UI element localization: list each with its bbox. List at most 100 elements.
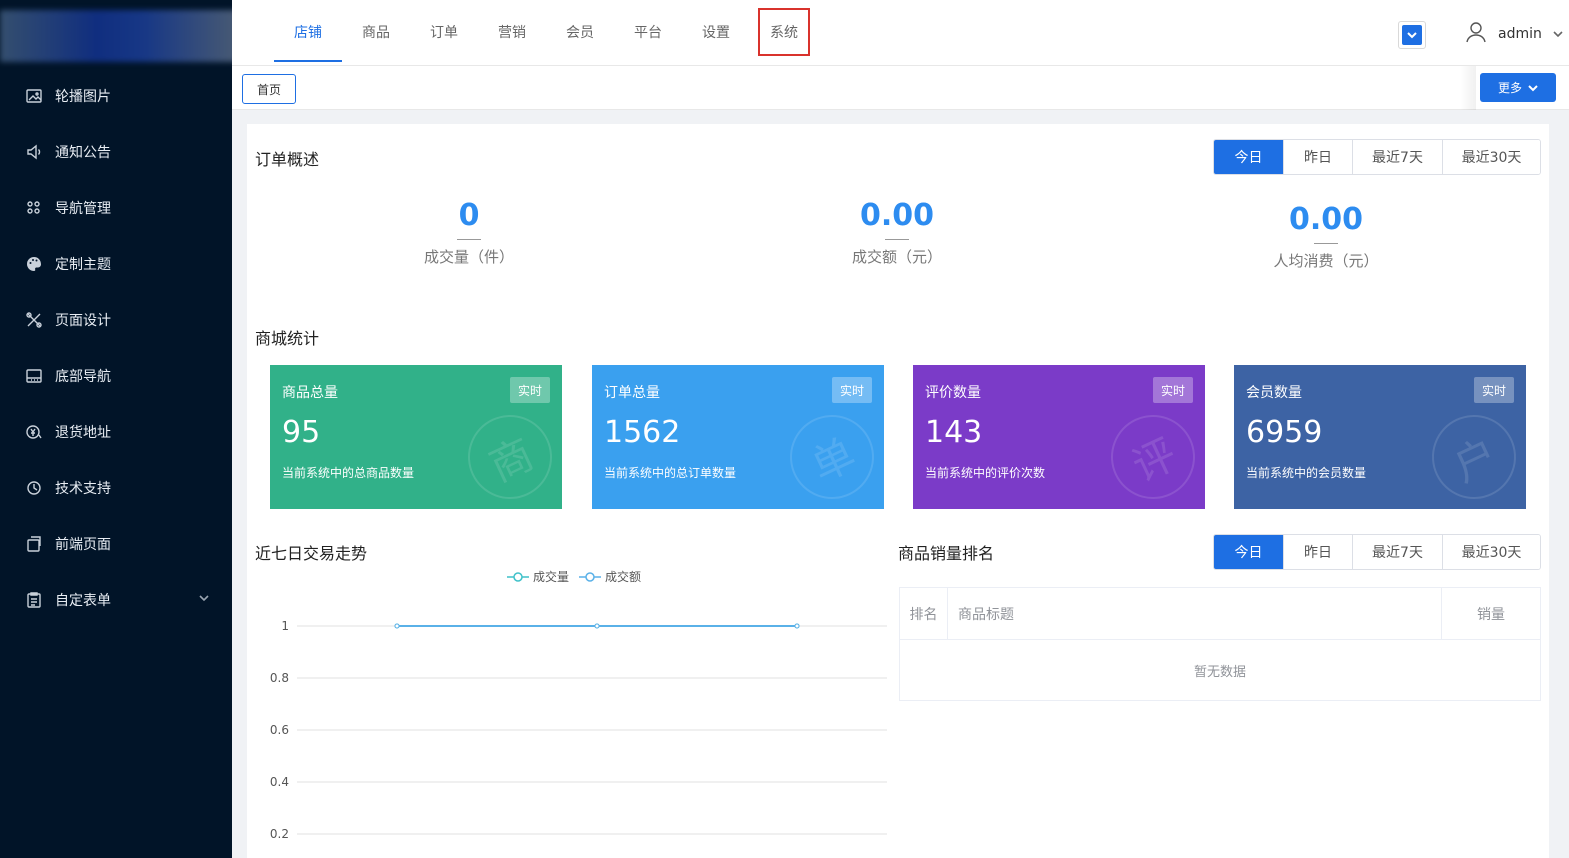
tab-marketing[interactable]: 营销 bbox=[478, 0, 546, 64]
top-header: 店铺 商品 订单 营销 会员 平台 设置 系统 admin bbox=[232, 0, 1569, 66]
y-tick-label: 0.8 bbox=[270, 671, 289, 685]
filter-today[interactable]: 今日 bbox=[1214, 535, 1283, 569]
tab-system[interactable]: 系统 bbox=[750, 0, 818, 64]
more-button-label: 更多 bbox=[1497, 81, 1522, 95]
sidebar-item-page-design[interactable]: 页面设计 bbox=[0, 292, 232, 348]
sidebar-item-label: 退货地址 bbox=[55, 425, 111, 441]
sidebar-item-label: 通知公告 bbox=[55, 145, 111, 161]
filter-yesterday[interactable]: 昨日 bbox=[1283, 140, 1352, 174]
stat-card-title: 会员数量 bbox=[1246, 385, 1302, 401]
overview-label: 成交额（元） bbox=[851, 248, 942, 266]
stat-card-value: 95 bbox=[282, 415, 321, 450]
overview-value: 0 bbox=[458, 198, 480, 233]
sidebar-item-carousel[interactable]: 轮播图片 bbox=[0, 68, 232, 124]
mall-stats-title: 商城统计 bbox=[255, 329, 320, 348]
stat-card-title: 评价数量 bbox=[925, 385, 981, 401]
filter-30days[interactable]: 最近30天 bbox=[1442, 140, 1540, 174]
sidebar-item-label: 前端页面 bbox=[55, 537, 111, 553]
trend-title: 近七日交易走势 bbox=[255, 544, 368, 563]
stat-card-goods[interactable]: 商品总量 实时 95 当前系统中的总商品数量 商 bbox=[270, 365, 562, 509]
table-header: 排名 商品标题 销量 bbox=[900, 588, 1540, 640]
empty-text: 暂无数据 bbox=[1193, 664, 1246, 680]
sidebar-item-tech-support[interactable]: 技术支持 bbox=[0, 460, 232, 516]
y-tick-label: 0.2 bbox=[270, 827, 289, 841]
chevron-down-icon bbox=[1406, 29, 1418, 41]
stat-card-title: 商品总量 bbox=[282, 385, 338, 401]
form-icon bbox=[25, 591, 43, 609]
tab-shop[interactable]: 店铺 bbox=[274, 0, 342, 64]
yen-icon bbox=[25, 423, 43, 441]
trend-chart: 1 0.8 0.6 0.4 0.2 bbox=[270, 619, 887, 841]
tab-orders[interactable]: 订单 bbox=[410, 0, 478, 64]
overview-per-capita: 0.00 人均消费（元） bbox=[1196, 202, 1456, 271]
overview-label: 成交量（件） bbox=[423, 248, 514, 266]
orders-watermark-icon: 单 bbox=[776, 401, 884, 509]
sidebar: 轮播图片 通知公告 导航管理 定制主题 页面设计 底部导航 退货地址 技术支持 bbox=[0, 0, 240, 858]
sidebar-item-navigation[interactable]: 导航管理 bbox=[0, 180, 232, 236]
column-header-sales[interactable]: 销量 bbox=[1442, 588, 1540, 639]
speaker-icon bbox=[25, 143, 43, 161]
data-point[interactable] bbox=[394, 623, 400, 629]
sidebar-item-label: 底部导航 bbox=[55, 369, 111, 385]
tab-settings[interactable]: 设置 bbox=[682, 0, 750, 64]
y-tick-label: 1 bbox=[281, 619, 289, 633]
stat-card-value: 143 bbox=[925, 415, 983, 450]
overview-value: 0.00 bbox=[859, 198, 935, 233]
y-tick-label: 0.4 bbox=[270, 775, 289, 789]
more-button[interactable]: 更多 bbox=[1480, 73, 1556, 102]
sidebar-item-theme[interactable]: 定制主题 bbox=[0, 236, 232, 292]
stat-card-orders[interactable]: 订单总量 实时 1562 当前系统中的总订单数量 单 bbox=[592, 365, 884, 509]
user-icon bbox=[1464, 20, 1488, 48]
sidebar-item-label: 页面设计 bbox=[55, 313, 111, 329]
stat-card-desc: 当前系统中的评价次数 bbox=[925, 466, 1046, 480]
order-overview-filter: 今日 昨日 最近7天 最近30天 bbox=[1213, 139, 1541, 175]
data-point[interactable] bbox=[794, 623, 800, 629]
realtime-badge: 实时 bbox=[1474, 377, 1514, 403]
top-nav: 店铺 商品 订单 营销 会员 平台 设置 系统 bbox=[274, 0, 818, 64]
user-menu[interactable]: admin bbox=[1464, 20, 1564, 48]
realtime-badge: 实时 bbox=[1153, 377, 1193, 403]
filter-today[interactable]: 今日 bbox=[1214, 140, 1283, 174]
tab-members[interactable]: 会员 bbox=[546, 0, 614, 64]
tab-platform[interactable]: 平台 bbox=[614, 0, 682, 64]
filter-7days[interactable]: 最近7天 bbox=[1352, 535, 1442, 569]
filter-30days[interactable]: 最近30天 bbox=[1442, 535, 1540, 569]
stat-card-desc: 当前系统中的总商品数量 bbox=[282, 466, 415, 480]
sidebar-item-custom-form[interactable]: 自定表单 bbox=[0, 572, 232, 628]
stat-card-desc: 当前系统中的会员数量 bbox=[1246, 466, 1367, 480]
reviews-watermark-icon: 评 bbox=[1097, 401, 1205, 509]
data-point[interactable] bbox=[594, 623, 600, 629]
header-toggle-button[interactable] bbox=[1398, 21, 1426, 49]
realtime-badge: 实时 bbox=[832, 377, 872, 403]
overview-value: 0.00 bbox=[1288, 202, 1364, 237]
sidebar-item-label: 导航管理 bbox=[55, 201, 111, 217]
tag-home[interactable]: 首页 bbox=[242, 74, 296, 104]
stat-card-reviews[interactable]: 评价数量 实时 143 当前系统中的评价次数 评 bbox=[913, 365, 1205, 509]
stat-card-desc: 当前系统中的总订单数量 bbox=[604, 466, 737, 480]
tab-goods[interactable]: 商品 bbox=[342, 0, 410, 64]
sidebar-item-label: 定制主题 bbox=[55, 257, 111, 273]
chevron-down-icon bbox=[198, 592, 210, 604]
bottom-bar-icon bbox=[25, 367, 43, 385]
palette-icon bbox=[25, 255, 43, 273]
filter-7days[interactable]: 最近7天 bbox=[1352, 140, 1442, 174]
ranking-table: 排名 商品标题 销量 暂无数据 bbox=[899, 587, 1541, 701]
support-icon bbox=[25, 479, 43, 497]
sidebar-item-frontend-pages[interactable]: 前端页面 bbox=[0, 516, 232, 572]
sidebar-item-return-address[interactable]: 退货地址 bbox=[0, 404, 232, 460]
sidebar-item-bottom-nav[interactable]: 底部导航 bbox=[0, 348, 232, 404]
column-header-title[interactable]: 商品标题 bbox=[948, 588, 1442, 639]
user-name: admin bbox=[1498, 26, 1542, 42]
sidebar-item-notice[interactable]: 通知公告 bbox=[0, 124, 232, 180]
ranking-filter: 今日 昨日 最近7天 最近30天 bbox=[1213, 534, 1541, 570]
divider bbox=[1314, 243, 1338, 244]
realtime-badge: 实时 bbox=[510, 377, 550, 403]
divider bbox=[1460, 66, 1476, 110]
logo bbox=[0, 10, 240, 62]
column-header-rank[interactable]: 排名 bbox=[900, 588, 948, 639]
divider bbox=[457, 239, 481, 240]
grid-icon bbox=[25, 199, 43, 217]
stat-card-members[interactable]: 会员数量 实时 6959 当前系统中的会员数量 户 bbox=[1234, 365, 1526, 509]
stat-card-title: 订单总量 bbox=[604, 385, 660, 401]
filter-yesterday[interactable]: 昨日 bbox=[1283, 535, 1352, 569]
